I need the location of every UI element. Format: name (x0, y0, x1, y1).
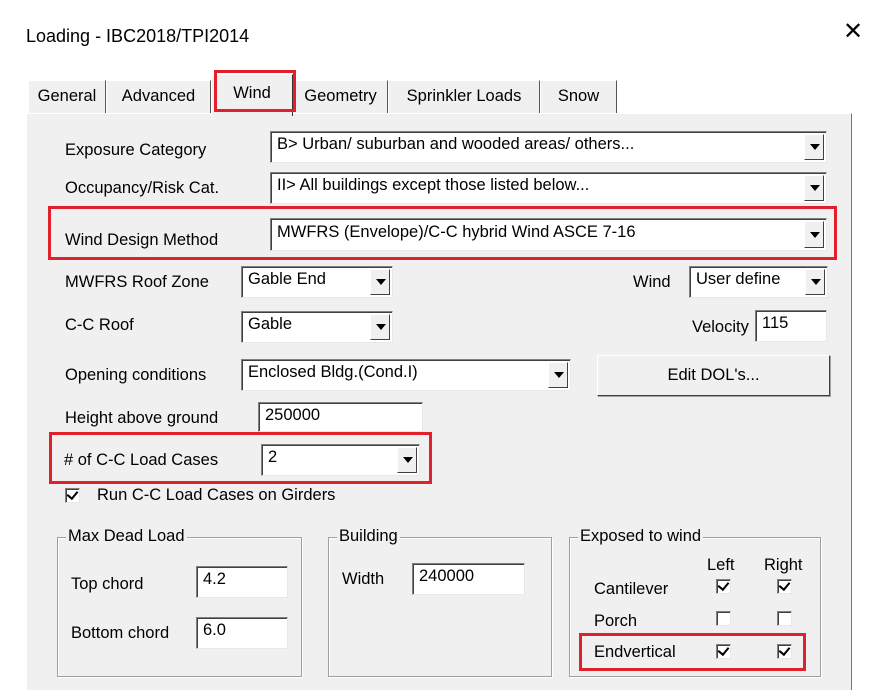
cc-roof-select[interactable]: Gable (241, 311, 393, 343)
chevron-down-icon[interactable] (805, 269, 825, 295)
tab-snow[interactable]: Snow (540, 80, 617, 114)
porch-left-checkbox[interactable] (716, 611, 731, 626)
chevron-down-icon[interactable] (397, 447, 417, 473)
height-above-ground-input[interactable]: 250000 (258, 402, 423, 432)
velocity-value: 115 (762, 314, 789, 332)
max-dead-load-group: Max Dead Load (57, 527, 302, 677)
exposed-left-header: Left (707, 556, 735, 574)
chevron-down-icon[interactable] (548, 362, 568, 388)
cantilever-label: Cantilever (594, 580, 669, 598)
bottom-chord-value: 6.0 (203, 621, 226, 639)
occupancy-label: Occupancy/Risk Cat. (65, 179, 220, 197)
cantilever-left-checkbox[interactable] (716, 579, 731, 594)
exposed-right-header: Right (764, 556, 803, 574)
exposure-category-value: B> Urban/ suburban and wooded areas/ oth… (277, 135, 635, 153)
porch-label: Porch (594, 612, 638, 630)
top-chord-label: Top chord (71, 575, 144, 593)
opening-conditions-label: Opening conditions (65, 366, 207, 384)
run-cc-girders-label: Run C-C Load Cases on Girders (97, 486, 336, 504)
width-label: Width (342, 570, 385, 588)
wind-design-method-label: Wind Design Method (65, 231, 219, 249)
exposure-category-select[interactable]: B> Urban/ suburban and wooded areas/ oth… (270, 131, 827, 163)
velocity-input[interactable]: 115 (755, 310, 827, 342)
mwfrs-roof-zone-select[interactable]: Gable End (241, 266, 393, 298)
porch-right-checkbox[interactable] (777, 611, 792, 626)
endvertical-left-checkbox[interactable] (716, 644, 731, 659)
endvertical-right-checkbox[interactable] (777, 644, 792, 659)
wind-value: User define (696, 270, 781, 288)
top-chord-value: 4.2 (203, 570, 226, 588)
building-group: Building (328, 527, 552, 677)
mwfrs-roof-zone-value: Gable End (248, 270, 326, 288)
opening-conditions-select[interactable]: Enclosed Bldg.(Cond.I) (241, 359, 571, 391)
tab-sprinkler-loads[interactable]: Sprinkler Loads (388, 80, 540, 114)
chevron-down-icon[interactable] (804, 134, 824, 160)
tab-geometry[interactable]: Geometry (293, 80, 388, 114)
tab-advanced[interactable]: Advanced (106, 80, 211, 114)
edit-dols-button[interactable]: Edit DOL's... (597, 355, 830, 396)
top-chord-input[interactable]: 4.2 (196, 566, 288, 598)
cc-load-cases-label: # of C-C Load Cases (64, 451, 219, 469)
endvertical-label: Endvertical (594, 643, 676, 661)
wind-label: Wind (633, 273, 671, 291)
cc-roof-value: Gable (248, 315, 293, 333)
occupancy-select[interactable]: II> All buildings except those listed be… (270, 172, 827, 204)
tab-general[interactable]: General (28, 80, 106, 114)
cc-load-cases-select[interactable]: 2 (261, 444, 420, 476)
exposure-category-label: Exposure Category (65, 141, 207, 159)
opening-conditions-value: Enclosed Bldg.(Cond.I) (248, 363, 418, 381)
chevron-down-icon[interactable] (370, 269, 390, 295)
exposed-to-wind-title: Exposed to wind (578, 527, 704, 546)
width-value: 240000 (419, 567, 475, 585)
chevron-down-icon[interactable] (370, 314, 390, 340)
close-icon[interactable]: ✕ (843, 18, 863, 46)
cantilever-right-checkbox[interactable] (777, 579, 792, 594)
occupancy-value: II> All buildings except those listed be… (277, 176, 590, 194)
velocity-label: Velocity (692, 318, 749, 336)
wind-design-method-select[interactable]: MWFRS (Envelope)/C-C hybrid Wind ASCE 7-… (270, 218, 827, 251)
cc-roof-label: C-C Roof (65, 316, 134, 334)
chevron-down-icon[interactable] (804, 175, 824, 201)
wind-design-method-value: MWFRS (Envelope)/C-C hybrid Wind ASCE 7-… (277, 223, 636, 241)
height-above-ground-value: 250000 (265, 406, 321, 424)
run-cc-girders-checkbox[interactable] (65, 488, 80, 503)
tab-wind[interactable]: Wind (211, 74, 293, 116)
width-input[interactable]: 240000 (412, 563, 525, 595)
building-title: Building (337, 527, 400, 546)
wind-select[interactable]: User define (689, 266, 828, 298)
cc-load-cases-value: 2 (268, 448, 278, 466)
window-title: Loading - IBC2018/TPI2014 (26, 26, 250, 46)
bottom-chord-input[interactable]: 6.0 (196, 617, 288, 649)
mwfrs-roof-zone-label: MWFRS Roof Zone (65, 273, 209, 291)
chevron-down-icon[interactable] (804, 221, 824, 248)
bottom-chord-label: Bottom chord (71, 624, 170, 642)
height-above-ground-label: Height above ground (65, 409, 219, 427)
max-dead-load-title: Max Dead Load (66, 527, 187, 546)
